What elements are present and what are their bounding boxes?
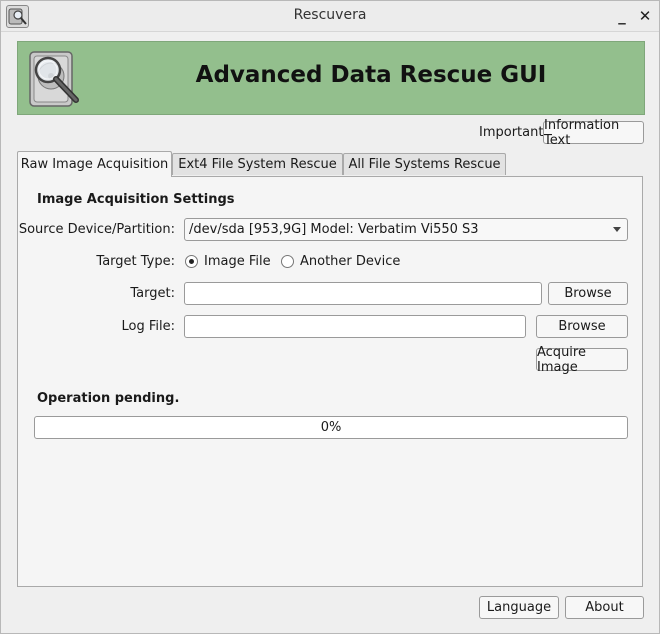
target-type-label: Target Type:: [96, 254, 175, 269]
target-input[interactable]: [184, 282, 542, 305]
banner-title: Advanced Data Rescue GUI: [195, 62, 547, 88]
progress-text: 0%: [320, 420, 342, 435]
radio-another-device-label[interactable]: Another Device: [300, 254, 400, 269]
source-device-label: Source Device/Partition:: [18, 222, 175, 237]
target-label: Target:: [130, 286, 175, 301]
about-button[interactable]: About: [565, 596, 644, 619]
language-button[interactable]: Language: [479, 596, 559, 619]
section-title-image-acquisition: Image Acquisition Settings: [37, 192, 235, 207]
log-file-browse-button[interactable]: Browse: [536, 315, 628, 338]
tab-ext4-file-system-rescue[interactable]: Ext4 File System Rescue: [172, 153, 343, 175]
window-title: Rescuvera: [293, 7, 367, 23]
important-label: Important:: [479, 125, 548, 140]
tab-raw-image-acquisition[interactable]: Raw Image Acquisition: [17, 151, 172, 177]
log-file-input[interactable]: [184, 315, 526, 338]
title-bar[interactable]: Rescuvera _ ✕: [1, 1, 659, 32]
operation-status-text: Operation pending.: [37, 391, 180, 406]
tab-all-file-systems-rescue[interactable]: All File Systems Rescue: [343, 153, 506, 175]
radio-selected-dot: [189, 259, 194, 264]
header-banner: Advanced Data Rescue GUI: [17, 41, 645, 115]
tab-panel-raw-image-acquisition: Image Acquisition Settings Source Device…: [17, 176, 643, 587]
radio-image-file-label[interactable]: Image File: [204, 254, 271, 269]
target-browse-button[interactable]: Browse: [548, 282, 628, 305]
hard-drive-magnifier-icon: [24, 48, 88, 110]
information-text-button[interactable]: Information Text: [543, 118, 644, 148]
log-file-label: Log File:: [121, 319, 176, 334]
minimize-button[interactable]: _: [614, 7, 630, 25]
source-device-select[interactable]: /dev/sda [953,9G] Model: Verbatim Vi550 …: [184, 218, 628, 241]
chevron-down-icon: [613, 227, 621, 232]
progress-bar: 0%: [34, 416, 628, 439]
radio-another-device[interactable]: [281, 255, 294, 268]
main-window: Rescuvera _ ✕ Advanced Data Rescue GUI I…: [0, 0, 660, 634]
source-device-value: /dev/sda [953,9G] Model: Verbatim Vi550 …: [189, 222, 479, 237]
close-button[interactable]: ✕: [637, 7, 653, 25]
radio-image-file[interactable]: [185, 255, 198, 268]
acquire-image-button[interactable]: Acquire Image: [536, 345, 628, 375]
